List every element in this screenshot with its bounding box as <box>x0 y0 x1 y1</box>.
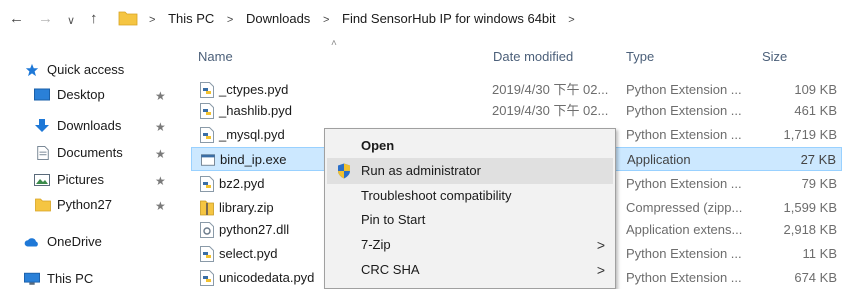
this-pc-icon <box>24 272 40 285</box>
python-file-icon <box>200 246 214 262</box>
file-type: Python Extension ... <box>626 270 742 285</box>
file-name: python27.dll <box>219 222 290 237</box>
column-header-size[interactable]: Size <box>762 45 787 69</box>
file-name: library.zip <box>219 200 274 215</box>
menu-item-label: Open <box>361 138 395 153</box>
file-type: Application <box>627 152 691 167</box>
menu-item-label: Run as administrator <box>361 163 481 178</box>
breadcrumb-current-folder[interactable]: Find SensorHub IP for windows 64bit <box>342 11 556 26</box>
pictures-icon <box>34 174 50 186</box>
sidebar-item-label: OneDrive <box>47 234 102 249</box>
pin-icon[interactable]: ★ <box>155 169 166 193</box>
menu-item-label: 7-Zip <box>361 237 391 252</box>
file-name: select.pyd <box>219 246 278 261</box>
documents-icon <box>37 146 49 160</box>
breadcrumb-separator: > <box>149 14 156 26</box>
python-file-icon <box>200 270 214 286</box>
sort-ascending-icon: ˄ <box>331 38 337 49</box>
forward-arrow-icon[interactable]: → <box>38 9 53 29</box>
file-size: 11 KB <box>802 246 837 261</box>
sidebar-item-label: Pictures <box>57 172 104 187</box>
file-size: 2,918 KB <box>783 222 838 237</box>
menu-item-label: CRC SHA <box>361 262 420 277</box>
python-file-icon <box>200 82 214 98</box>
sidebar-item-documents[interactable]: Documents ★ <box>0 141 188 165</box>
pin-icon[interactable]: ★ <box>155 84 166 108</box>
sidebar-item-label: Downloads <box>57 118 122 133</box>
sidebar-item-label: Quick access <box>47 62 125 77</box>
menu-item-run-as-administrator[interactable]: Run as administrator <box>327 158 613 184</box>
python-file-icon <box>200 103 214 119</box>
up-arrow-icon[interactable]: ↑ <box>90 9 98 29</box>
menu-item-7-zip[interactable]: 7-Zip > <box>327 232 613 258</box>
sidebar-item-label: This PC <box>47 271 94 286</box>
sidebar-item-label: Python27 <box>57 197 112 212</box>
menu-item-label: Pin to Start <box>361 212 426 227</box>
file-size: 674 KB <box>794 270 837 285</box>
sidebar-item-onedrive[interactable]: OneDrive <box>0 230 188 254</box>
zip-file-icon <box>200 200 214 216</box>
back-arrow-icon[interactable]: ← <box>9 9 24 29</box>
menu-item-label: Troubleshoot compatibility <box>361 188 512 203</box>
sidebar-item-this-pc[interactable]: This PC <box>0 267 188 289</box>
file-size: 461 KB <box>794 103 837 118</box>
file-size: 79 KB <box>801 176 837 191</box>
file-date: 2019/4/30 下午 02... <box>492 103 609 118</box>
folder-icon <box>35 198 51 212</box>
pin-icon[interactable]: ★ <box>155 115 166 139</box>
file-name: _hashlib.pyd <box>219 103 292 118</box>
file-type: Python Extension ... <box>626 176 742 191</box>
submenu-arrow-icon: > <box>596 262 605 278</box>
breadcrumb-separator[interactable]: > <box>568 14 574 26</box>
recent-locations-chevron-icon[interactable]: ∨ <box>67 11 75 31</box>
file-type: Compressed (zipp... <box>626 200 743 215</box>
exe-file-icon <box>201 154 215 166</box>
file-type: Application extens... <box>626 222 743 237</box>
column-header-type[interactable]: Type <box>626 45 654 69</box>
menu-item-pin-to-start[interactable]: Pin to Start <box>327 207 613 233</box>
file-name: bz2.pyd <box>219 176 265 191</box>
file-row-hashlib[interactable]: _hashlib.pyd 2019/4/30 下午 02... Python E… <box>191 99 842 123</box>
python-file-icon <box>200 127 214 143</box>
file-type: Python Extension ... <box>626 127 742 142</box>
breadcrumb-separator: > <box>226 14 234 26</box>
breadcrumb-downloads[interactable]: Downloads <box>246 11 310 26</box>
column-header-date-modified[interactable]: Date modified <box>493 45 573 69</box>
file-type: Python Extension ... <box>626 103 742 118</box>
star-icon <box>25 63 39 77</box>
file-size: 1,599 KB <box>783 200 838 215</box>
sidebar-item-pictures[interactable]: Pictures ★ <box>0 168 188 192</box>
file-name: _mysql.pyd <box>219 127 285 142</box>
python-file-icon <box>200 176 214 192</box>
menu-item-crc-sha[interactable]: CRC SHA > <box>327 257 613 283</box>
pin-icon[interactable]: ★ <box>155 142 166 166</box>
column-header-name[interactable]: Name <box>198 45 233 69</box>
breadcrumb-separator: > <box>322 14 330 26</box>
address-bar: ← → ∨ ↑ > This PC > Downloads > Find Sen… <box>0 0 842 38</box>
pin-icon[interactable]: ★ <box>155 194 166 218</box>
context-menu: Open Run as administrator Troubleshoot c… <box>324 128 616 289</box>
file-name: unicodedata.pyd <box>219 270 315 285</box>
sidebar-item-label: Desktop <box>57 87 105 102</box>
sidebar-item-quick-access[interactable]: Quick access <box>0 58 188 82</box>
dll-file-icon <box>200 222 214 238</box>
file-name: bind_ip.exe <box>220 152 287 167</box>
menu-item-troubleshoot-compatibility[interactable]: Troubleshoot compatibility <box>327 183 613 209</box>
file-type: Python Extension ... <box>626 246 742 261</box>
breadcrumb-this-pc[interactable]: This PC <box>168 11 214 26</box>
breadcrumb: > This PC > Downloads > Find SensorHub I… <box>140 11 584 26</box>
file-size: 1,719 KB <box>783 127 838 142</box>
menu-item-open[interactable]: Open <box>327 133 613 159</box>
desktop-icon <box>34 88 50 101</box>
uac-shield-icon <box>338 163 350 179</box>
sidebar-item-label: Documents <box>57 145 123 160</box>
file-size: 27 KB <box>800 152 836 167</box>
sidebar-item-downloads[interactable]: Downloads ★ <box>0 114 188 138</box>
folder-icon <box>118 11 138 26</box>
sidebar-item-desktop[interactable]: Desktop ★ <box>0 83 188 107</box>
downloads-icon <box>35 119 49 132</box>
submenu-arrow-icon: > <box>596 237 605 253</box>
sidebar-item-python27[interactable]: Python27 ★ <box>0 193 188 217</box>
onedrive-icon <box>24 238 38 247</box>
